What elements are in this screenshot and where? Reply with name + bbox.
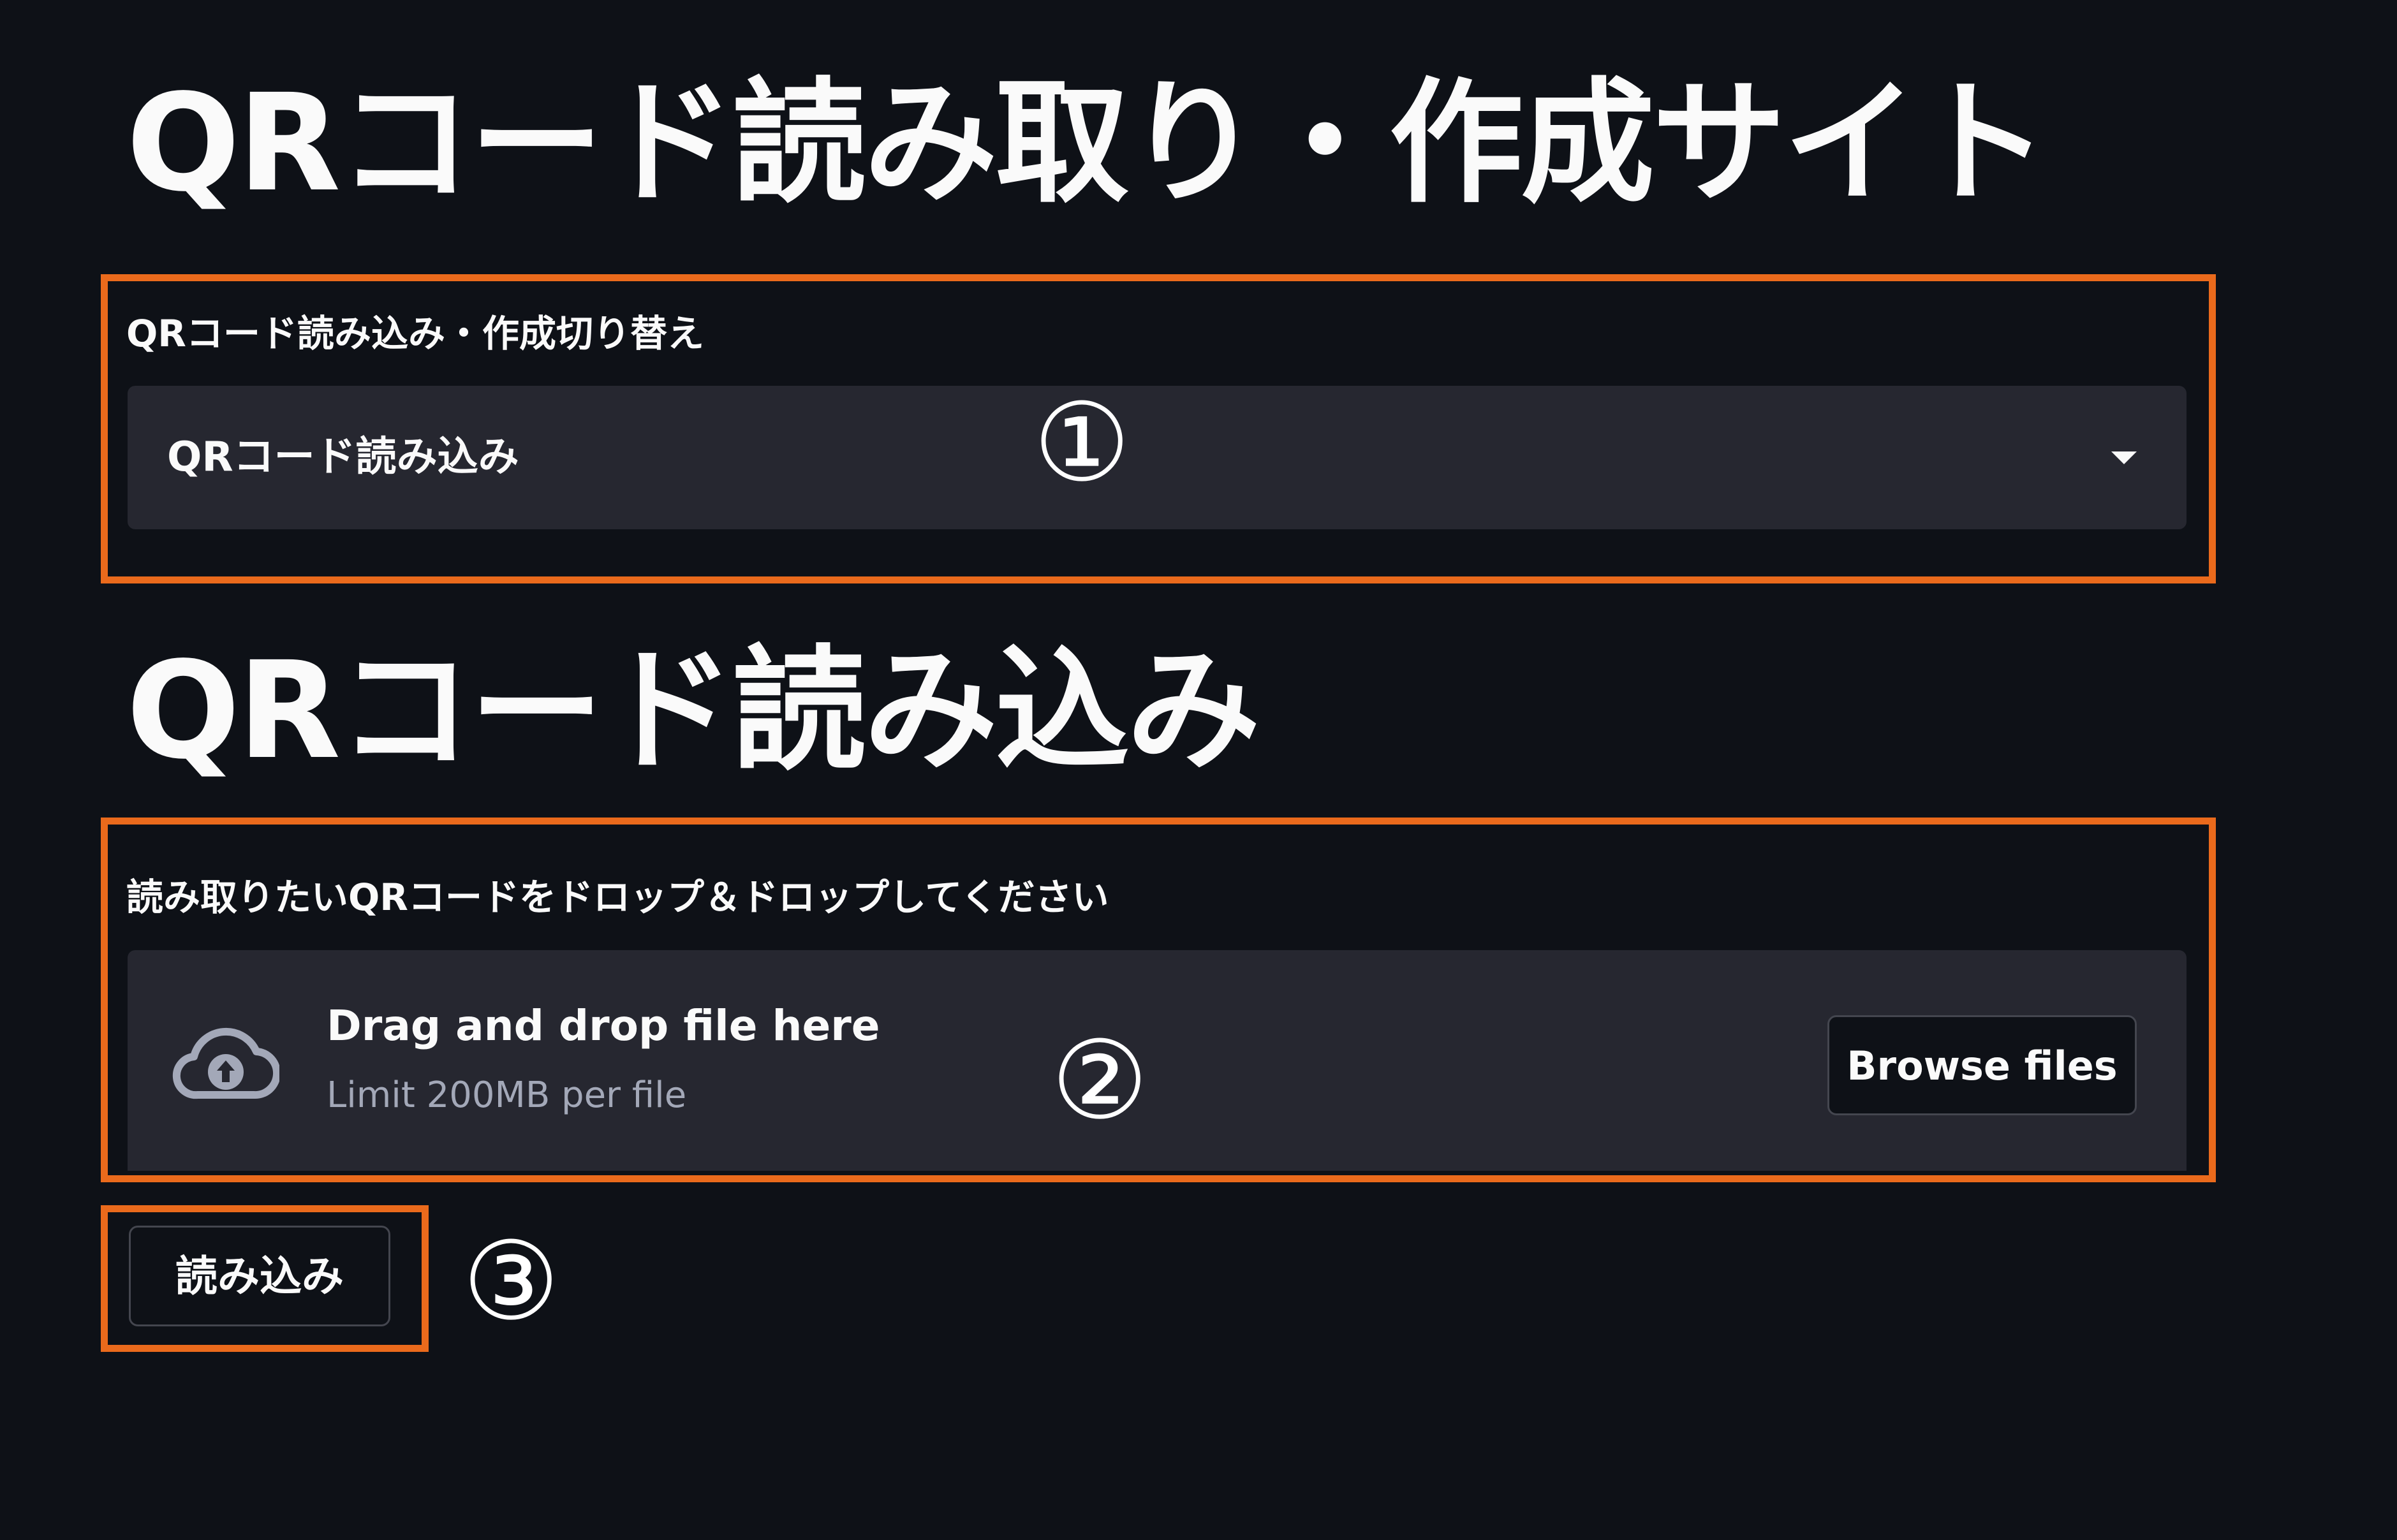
mode-select-label: QRコード読み込み・作成切り替え: [126, 312, 704, 355]
annotation-marker-2: ②: [1051, 1018, 1149, 1144]
read-button[interactable]: 読み込み: [129, 1226, 390, 1326]
cloud-upload-icon: [172, 1027, 279, 1099]
browse-files-button[interactable]: Browse files: [1827, 1015, 2137, 1115]
section-title: QRコード読み込み: [126, 633, 1260, 789]
annotation-marker-3: ③: [462, 1219, 560, 1345]
file-dropzone[interactable]: Drag and drop file here Limit 200MB per …: [128, 950, 2187, 1171]
dropzone-instructions: Drag and drop file here: [327, 1001, 880, 1050]
page-title: QRコード読み取り・作成サイト: [126, 65, 2049, 221]
mode-select-value: QRコード読み込み: [167, 434, 519, 481]
annotation-marker-1: ①: [1033, 380, 1131, 506]
mode-select[interactable]: QRコード読み込み: [128, 386, 2187, 529]
uploader-label: 読み取りたいQRコードをドロップ＆ドロップしてください: [126, 876, 1109, 919]
chevron-down-icon[interactable]: [2111, 451, 2137, 464]
dropzone-limit: Limit 200MB per file: [327, 1074, 687, 1116]
